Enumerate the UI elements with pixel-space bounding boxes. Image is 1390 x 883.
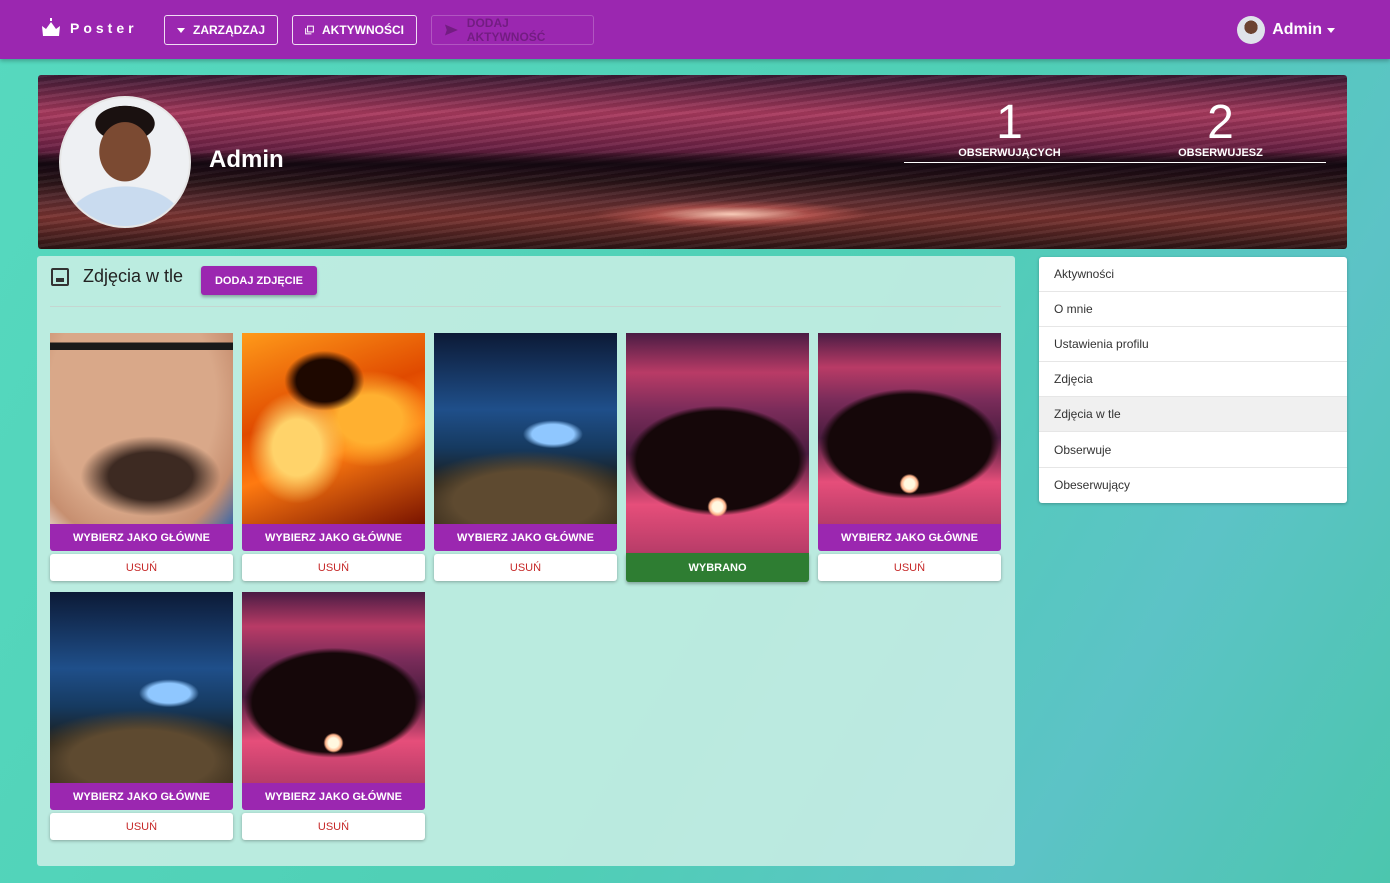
photo-thumbnail[interactable] [242, 592, 425, 783]
add-activity-label: DODAJ AKTYWNOŚĆ [466, 16, 546, 44]
brand[interactable]: Poster [40, 18, 138, 38]
set-main-button[interactable]: WYBIERZ JAKO GŁÓWNE [242, 783, 425, 810]
followers-label: OBSERWUJĄCYCH [958, 147, 1061, 159]
photo-card: WYBIERZ JAKO GŁÓWNE USUŃ [434, 333, 617, 581]
profile-avatar [59, 96, 191, 228]
photo-thumbnail[interactable] [50, 592, 233, 783]
section-header: Zdjęcia w tle [51, 266, 183, 287]
stats-divider [904, 162, 1326, 163]
followers-count: 1 [996, 96, 1023, 149]
sidebar-item-photos[interactable]: Zdjęcia [1039, 362, 1347, 398]
photo-card: WYBIERZ JAKO GŁÓWNE USUŃ [242, 592, 425, 840]
set-main-button[interactable]: WYBIERZ JAKO GŁÓWNE [242, 524, 425, 551]
sidebar-item-background-photos[interactable]: Zdjęcia w tle [1039, 397, 1347, 433]
photo-card: WYBIERZ JAKO GŁÓWNE USUŃ [818, 333, 1001, 581]
delete-button[interactable]: USUŃ [818, 554, 1001, 581]
delete-button[interactable]: USUŃ [242, 813, 425, 840]
top-navbar: Poster ZARZĄDZAJ AKTYWNOŚCI DODAJ AKTYWN… [0, 0, 1390, 59]
following-count: 2 [1207, 96, 1234, 149]
add-activity-button[interactable]: DODAJ AKTYWNOŚĆ [431, 15, 594, 45]
sidebar-item-activities[interactable]: Aktywności [1039, 257, 1347, 293]
photo-thumbnail[interactable] [818, 333, 1001, 524]
photo-thumbnail[interactable] [242, 333, 425, 524]
delete-button[interactable]: USUŃ [50, 554, 233, 581]
user-avatar [1237, 16, 1266, 44]
profile-name: Admin [209, 146, 284, 173]
brand-name: Poster [70, 20, 138, 36]
profile-header: Admin 1 OBSERWUJĄCYCH 2 OBSERWUJESZ [38, 75, 1347, 249]
photo-card-selected: WYBRANO [626, 333, 809, 582]
user-menu[interactable]: Admin [1237, 16, 1335, 44]
user-name: Admin [1272, 21, 1322, 38]
caret-down-icon [177, 27, 185, 33]
followers-stat[interactable]: 1 OBSERWUJĄCYCH [904, 96, 1115, 160]
sidebar-item-followers[interactable]: Obeserwujący [1039, 468, 1347, 503]
photo-thumbnail[interactable] [50, 333, 233, 524]
selected-badge: WYBRANO [626, 553, 809, 582]
image-icon [51, 267, 69, 286]
delete-button[interactable]: USUŃ [50, 813, 233, 840]
photo-card: WYBIERZ JAKO GŁÓWNE USUŃ [50, 592, 233, 840]
photo-thumbnail[interactable] [626, 333, 809, 553]
set-main-button[interactable]: WYBIERZ JAKO GŁÓWNE [50, 524, 233, 551]
set-main-button[interactable]: WYBIERZ JAKO GŁÓWNE [818, 524, 1001, 551]
add-photo-button[interactable]: DODAJ ZDJĘCIE [201, 266, 317, 295]
following-label: OBSERWUJESZ [1178, 147, 1263, 159]
photo-card: WYBIERZ JAKO GŁÓWNE USUŃ [50, 333, 233, 581]
manage-button[interactable]: ZARZĄDZAJ [164, 15, 278, 45]
section-divider [50, 306, 1001, 307]
set-main-button[interactable]: WYBIERZ JAKO GŁÓWNE [50, 783, 233, 810]
activities-label: AKTYWNOŚCI [322, 23, 404, 37]
activities-button[interactable]: AKTYWNOŚCI [292, 15, 417, 45]
chevron-down-icon [1327, 27, 1335, 33]
profile-sidebar-menu: Aktywności O mnie Ustawienia profilu Zdj… [1039, 257, 1347, 503]
section-title: Zdjęcia w tle [83, 266, 184, 286]
sidebar-item-following[interactable]: Obserwuje [1039, 432, 1347, 468]
send-icon [444, 24, 458, 36]
photo-card: WYBIERZ JAKO GŁÓWNE USUŃ [242, 333, 425, 581]
delete-button[interactable]: USUŃ [434, 554, 617, 581]
sidebar-item-about[interactable]: O mnie [1039, 292, 1347, 328]
crown-logo-icon [42, 18, 60, 36]
delete-button[interactable]: USUŃ [242, 554, 425, 581]
following-stat[interactable]: 2 OBSERWUJESZ [1115, 96, 1326, 160]
photo-thumbnail[interactable] [434, 333, 617, 524]
sidebar-item-profile-settings[interactable]: Ustawienia profilu [1039, 327, 1347, 363]
library-icon [305, 25, 314, 35]
background-photos-panel: Zdjęcia w tle DODAJ ZDJĘCIE WYBIERZ JAKO… [37, 256, 1015, 866]
manage-label: ZARZĄDZAJ [193, 23, 265, 37]
set-main-button[interactable]: WYBIERZ JAKO GŁÓWNE [434, 524, 617, 551]
